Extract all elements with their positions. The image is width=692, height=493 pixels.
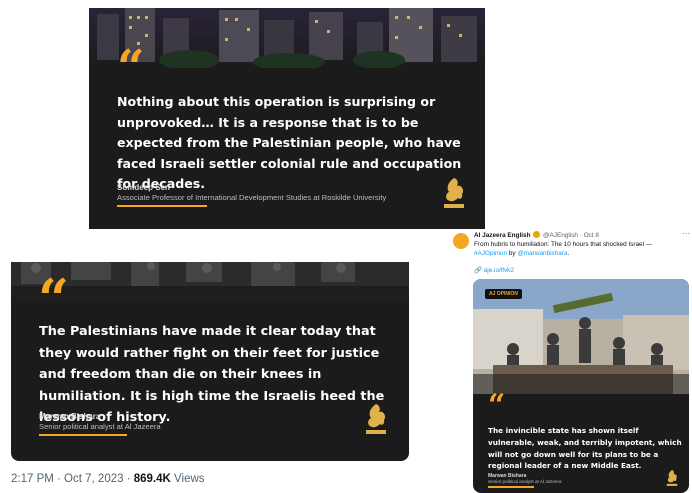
avatar[interactable] xyxy=(453,233,469,249)
crowd-photo xyxy=(11,262,409,302)
tweet[interactable]: Al Jazeera English @AJEnglish · Oct 8 ··… xyxy=(447,229,692,493)
quote-card-bishara: “ The Palestinians have made it clear to… xyxy=(11,262,409,461)
account-name[interactable]: Al Jazeera English xyxy=(474,232,530,239)
mention-link[interactable]: @marwanbishara xyxy=(517,250,567,257)
quote-mark-icon: “ xyxy=(488,388,506,423)
verified-badge-icon xyxy=(533,231,541,238)
quote-text: The invincible state has shown itself vu… xyxy=(488,426,682,471)
al-jazeera-logo-icon xyxy=(363,402,389,441)
tweet-header: Al Jazeera English @AJEnglish · Oct 8 xyxy=(474,231,689,239)
tweet-text: From hubris to humiliation: The 10 hours… xyxy=(474,240,686,258)
handle-date[interactable]: @AJEnglish · Oct 8 xyxy=(543,232,599,239)
al-jazeera-logo-icon xyxy=(441,176,467,215)
hashtag-link[interactable]: #AJOpinion xyxy=(474,250,507,257)
tweet-url-link[interactable]: 🔗 aje.io/lfvk2 xyxy=(474,266,514,274)
aj-opinion-tag: AJ OPINION xyxy=(485,289,522,299)
quote-author: Marwan Bishara xyxy=(39,412,101,421)
al-jazeera-logo-icon xyxy=(665,469,679,492)
tweet-text-part: From hubris to humiliation: The 10 hours… xyxy=(474,241,653,248)
quote-author-role: Senior political analyst at Al Jazeera xyxy=(488,479,562,484)
quote-mark-icon: “ xyxy=(117,40,145,96)
tweet-timestamp[interactable]: 2:17 PM · Oct 7, 2023 xyxy=(11,473,124,485)
separator: · xyxy=(123,473,134,485)
views-label: Views xyxy=(174,473,205,485)
city-night-photo xyxy=(89,8,485,68)
accent-rule xyxy=(39,434,127,436)
quote-card-sen: “ Nothing about this operation is surpri… xyxy=(89,8,485,229)
quote-author: Somdeep Sen xyxy=(117,183,170,192)
tweet-text-part: . xyxy=(567,250,570,257)
accent-rule xyxy=(488,486,534,488)
quote-card-embedded[interactable]: AJ OPINION “ The invincible state has sh… xyxy=(473,279,689,493)
quote-text: Nothing about this operation is surprisi… xyxy=(117,94,462,191)
quote-mark-icon: “ xyxy=(38,267,70,331)
quote-author-role: Senior political analyst at Al Jazeera xyxy=(39,422,161,431)
accent-rule xyxy=(117,205,207,207)
more-options-icon[interactable]: ··· xyxy=(682,229,690,238)
views-count: 869.4K xyxy=(133,473,171,485)
tweet-timestamp-views: 2:17 PM · Oct 7, 2023 · 869.4K Views xyxy=(11,473,205,485)
quote-author-role: Associate Professor of International Dev… xyxy=(117,193,387,202)
